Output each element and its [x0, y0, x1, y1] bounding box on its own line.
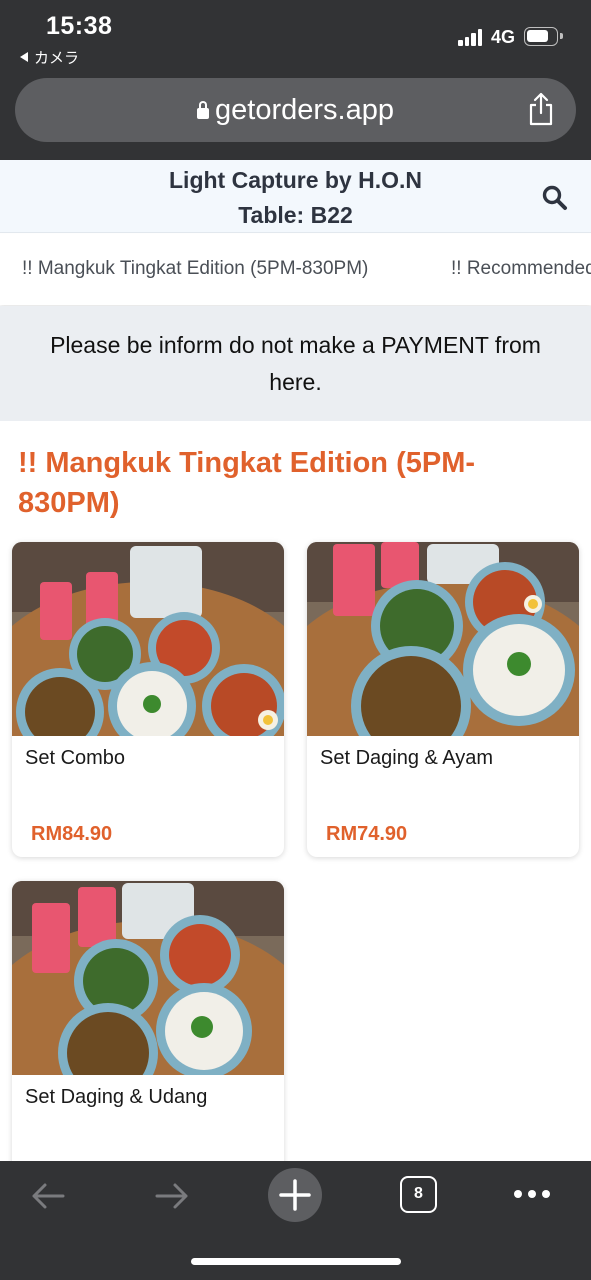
network-type: 4G	[491, 27, 516, 47]
back-to-app-link[interactable]: カメラ	[20, 47, 79, 68]
item-name: Set Combo	[25, 747, 126, 769]
back-icon[interactable]	[30, 1181, 66, 1211]
item-price: RM84.90	[31, 823, 113, 845]
food-photo	[12, 881, 284, 1075]
menu-item-card[interactable]: Set Daging & Ayam RM74.90	[307, 542, 579, 857]
status-time: 15:38	[46, 12, 113, 40]
food-photo	[12, 542, 284, 736]
home-indicator	[191, 1258, 401, 1265]
item-price: RM74.90	[326, 823, 408, 845]
item-name: Set Daging & Ayam	[320, 747, 494, 769]
item-name: Set Daging & Udang	[25, 1086, 208, 1108]
category-tabs: !! Mangkuk Tingkat Edition (5PM-830PM) !…	[0, 234, 591, 305]
forward-icon[interactable]	[154, 1181, 190, 1211]
food-photo	[307, 542, 579, 736]
address-bar[interactable]: getorders.app	[15, 78, 576, 142]
more-icon[interactable]	[513, 1189, 551, 1199]
browser-chrome: 15:38 カメラ 4G getorders.app	[0, 0, 591, 160]
menu-item-card[interactable]: Set Combo RM84.90	[12, 542, 284, 857]
page-header: Light Capture by H.O.N Table: B22	[0, 160, 591, 233]
url-text[interactable]: getorders.app	[215, 94, 394, 126]
tab-recommended[interactable]: !! Recommended	[451, 258, 591, 280]
lock-icon	[197, 101, 210, 119]
back-app-label: カメラ	[34, 50, 80, 67]
search-icon[interactable]	[541, 184, 569, 212]
table-label: Table: B22	[238, 202, 353, 228]
signal-icon	[458, 29, 483, 46]
menu-item-card[interactable]: Set Daging & Udang	[12, 881, 284, 1171]
notice-text: Please be inform do not make a PAYMENT f…	[50, 332, 541, 395]
new-tab-icon[interactable]	[267, 1167, 323, 1223]
tabs-count-button[interactable]: 8	[400, 1176, 437, 1213]
battery-icon	[524, 27, 563, 46]
payment-notice: Please be inform do not make a PAYMENT f…	[0, 306, 591, 421]
share-icon[interactable]	[527, 92, 555, 126]
tab-mangkuk-tingkat[interactable]: !! Mangkuk Tingkat Edition (5PM-830PM)	[22, 258, 368, 280]
section-title: !! Mangkuk Tingkat Edition (5PM-830PM)	[18, 447, 476, 519]
back-arrow-icon	[20, 52, 28, 62]
store-name: Light Capture by H.O.N	[169, 167, 422, 193]
